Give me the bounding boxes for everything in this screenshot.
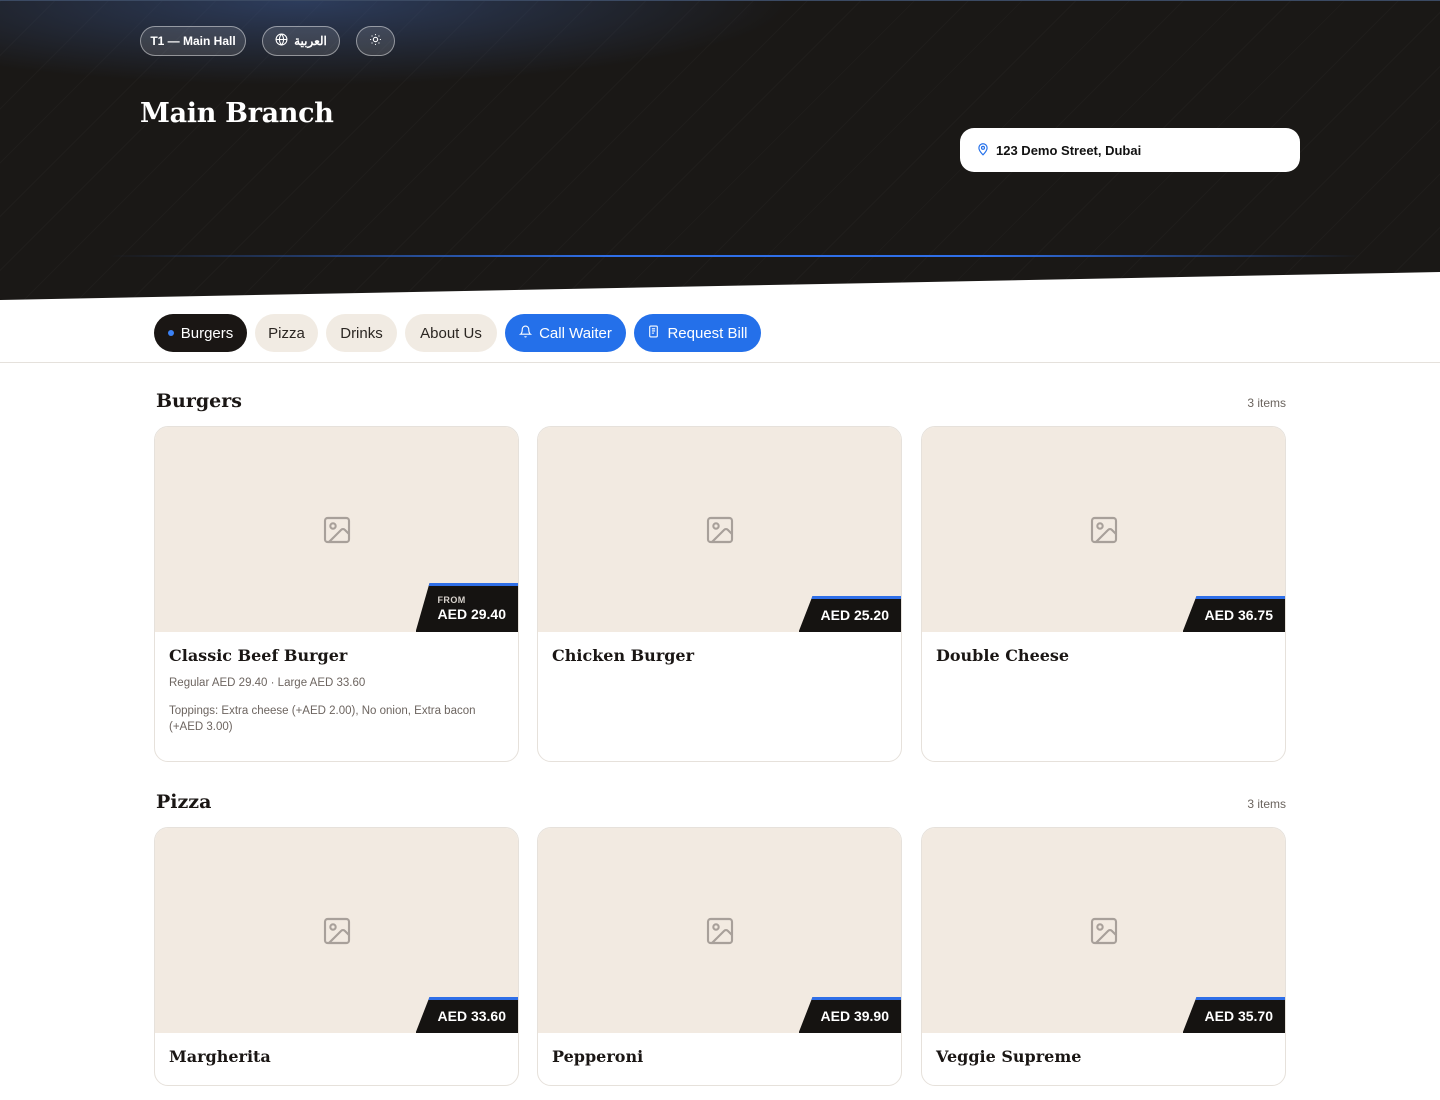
tab-pizza[interactable]: Pizza	[255, 314, 318, 352]
table-badge[interactable]: T1 — Main Hall	[140, 26, 246, 56]
item-image-placeholder: AED 39.90	[538, 828, 901, 1033]
price-amount: AED 35.70	[1204, 1008, 1273, 1024]
section-count: 3 items	[1247, 797, 1286, 811]
image-placeholder-icon	[704, 514, 736, 546]
item-toppings: Toppings: Extra cheese (+AED 2.00), No o…	[169, 705, 476, 733]
active-dot	[167, 330, 174, 336]
price-amount: AED 36.75	[1204, 607, 1273, 623]
menu-item-card[interactable]: FROM AED 29.40 Classic Beef Burger Regul…	[154, 426, 519, 762]
price-prefix: FROM	[437, 595, 466, 605]
sun-icon	[369, 33, 382, 49]
image-placeholder-icon	[321, 915, 353, 947]
item-name: Classic Beef Burger	[169, 646, 348, 665]
section-count: 3 items	[1247, 396, 1286, 410]
item-variants: Regular AED 29.40 · Large AED 33.60	[169, 677, 366, 689]
request-bill-button[interactable]: Request Bill	[634, 314, 761, 352]
price-tag: AED 25.20	[798, 596, 901, 632]
receipt-icon	[647, 325, 660, 342]
request-bill-label: Request Bill	[667, 324, 748, 342]
menu-item-card[interactable]: AED 36.75 Double Cheese	[921, 426, 1286, 762]
menu-item-card[interactable]: AED 35.70 Veggie Supreme	[921, 827, 1286, 1086]
item-image-placeholder: AED 35.70	[922, 828, 1285, 1033]
table-badge-label: T1 — Main Hall	[150, 34, 236, 48]
price-tag: AED 36.75	[1182, 596, 1285, 632]
item-name: Pepperoni	[552, 1047, 644, 1066]
price-amount: AED 25.20	[820, 607, 889, 623]
language-toggle-button[interactable]: العربية	[262, 26, 340, 56]
section-title-pizza: Pizza	[156, 791, 212, 813]
tab-label: Drinks	[340, 324, 383, 342]
section-title-burgers: Burgers	[156, 390, 242, 412]
image-placeholder-icon	[1088, 915, 1120, 947]
item-name: Veggie Supreme	[936, 1047, 1082, 1066]
map-pin-icon	[976, 142, 990, 159]
item-name: Margherita	[169, 1047, 271, 1066]
call-waiter-button[interactable]: Call Waiter	[505, 314, 626, 352]
price-amount: AED 33.60	[437, 1008, 506, 1024]
tab-label: About Us	[420, 324, 482, 342]
item-image-placeholder: AED 25.20	[538, 427, 901, 632]
price-tag: AED 33.60	[415, 997, 518, 1033]
globe-icon	[275, 33, 288, 49]
tab-burgers[interactable]: Burgers	[154, 314, 247, 352]
price-amount: AED 29.40	[437, 606, 506, 622]
bell-icon	[518, 325, 533, 342]
tab-drinks[interactable]: Drinks	[326, 314, 397, 352]
tab-label: Burgers	[180, 324, 234, 342]
language-label: العربية	[294, 34, 327, 48]
branch-title: Main Branch	[140, 98, 334, 129]
call-waiter-label: Call Waiter	[539, 324, 612, 342]
image-placeholder-icon	[1088, 514, 1120, 546]
menu-item-card[interactable]: AED 25.20 Chicken Burger	[537, 426, 902, 762]
theme-toggle-button[interactable]	[356, 26, 395, 56]
price-tag: FROM AED 29.40	[415, 583, 518, 632]
menu-item-card[interactable]: AED 39.90 Pepperoni	[537, 827, 902, 1086]
price-tag: AED 35.70	[1182, 997, 1285, 1033]
hero-accent-line	[110, 255, 1360, 257]
tab-about-us[interactable]: About Us	[405, 314, 497, 352]
tab-label: Pizza	[268, 324, 305, 342]
price-tag: AED 39.90	[798, 997, 901, 1033]
address-card[interactable]: 123 Demo Street, Dubai	[960, 128, 1300, 172]
image-placeholder-icon	[704, 915, 736, 947]
item-name: Chicken Burger	[552, 646, 695, 665]
item-image-placeholder: FROM AED 29.40	[155, 427, 518, 632]
item-image-placeholder: AED 33.60	[155, 828, 518, 1033]
item-name: Double Cheese	[936, 646, 1070, 665]
menu-item-card[interactable]: AED 33.60 Margherita	[154, 827, 519, 1086]
image-placeholder-icon	[321, 514, 353, 546]
price-amount: AED 39.90	[820, 1008, 889, 1024]
category-nav: Burgers Pizza Drinks About Us Call Waite…	[0, 300, 1440, 363]
address-text: 123 Demo Street, Dubai	[996, 142, 1142, 158]
item-image-placeholder: AED 36.75	[922, 427, 1285, 632]
